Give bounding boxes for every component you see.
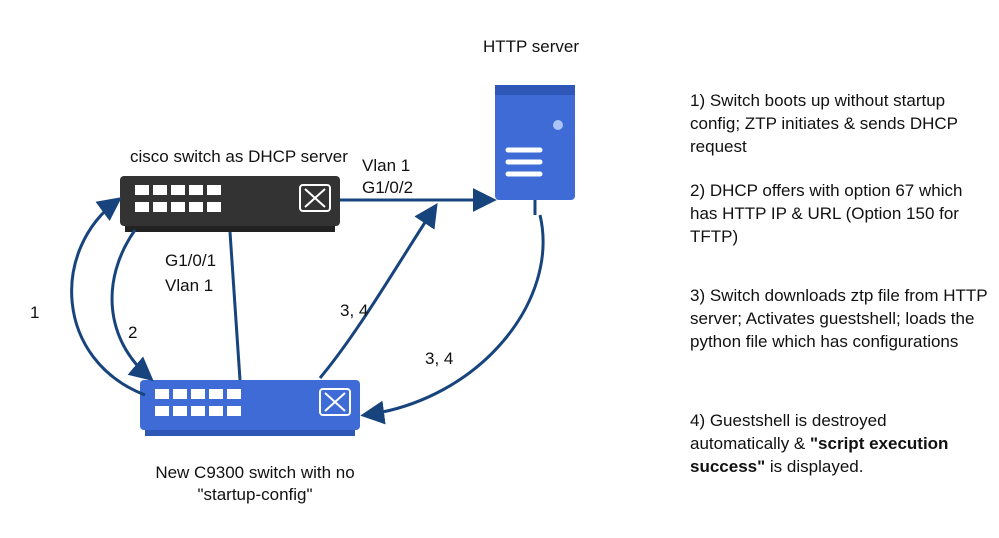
arrow-step1	[72, 200, 145, 395]
flow-num-34a: 3, 4	[340, 300, 368, 321]
step-4c: is displayed.	[765, 457, 863, 476]
step-4-text: 4) Guestshell is destroyed automatically…	[690, 410, 990, 479]
arrow-step34-up	[320, 207, 435, 378]
link-dhcp-to-new	[230, 232, 240, 380]
http-server-icon	[495, 85, 575, 200]
dhcp-switch-icon	[120, 176, 340, 232]
flow-num-2: 2	[128, 322, 137, 343]
new-switch-icon	[140, 380, 360, 436]
label-g102: G1/0/2	[362, 177, 413, 198]
dhcp-switch-title: cisco switch as DHCP server	[130, 146, 348, 167]
step-2-text: 2) DHCP offers with option 67 which has …	[690, 180, 990, 249]
arrow-step2	[112, 230, 150, 378]
diagram-stage: HTTP server cisco switch as DHCP server …	[0, 0, 999, 538]
http-server-title: HTTP server	[483, 36, 579, 57]
arrow-step34-down	[365, 215, 543, 415]
label-vlan1-left: Vlan 1	[165, 275, 213, 296]
step-3-text: 3) Switch downloads ztp file from HTTP s…	[690, 285, 990, 354]
step-1-text: 1) Switch boots up without startup confi…	[690, 90, 990, 159]
new-switch-title-2: "startup-config"	[145, 484, 365, 505]
label-g101: G1/0/1	[165, 250, 216, 271]
new-switch-title-1: New C9300 switch with no	[145, 462, 365, 483]
label-vlan1-top: Vlan 1	[362, 155, 410, 176]
flow-num-1: 1	[30, 302, 39, 323]
flow-num-34b: 3, 4	[425, 348, 453, 369]
